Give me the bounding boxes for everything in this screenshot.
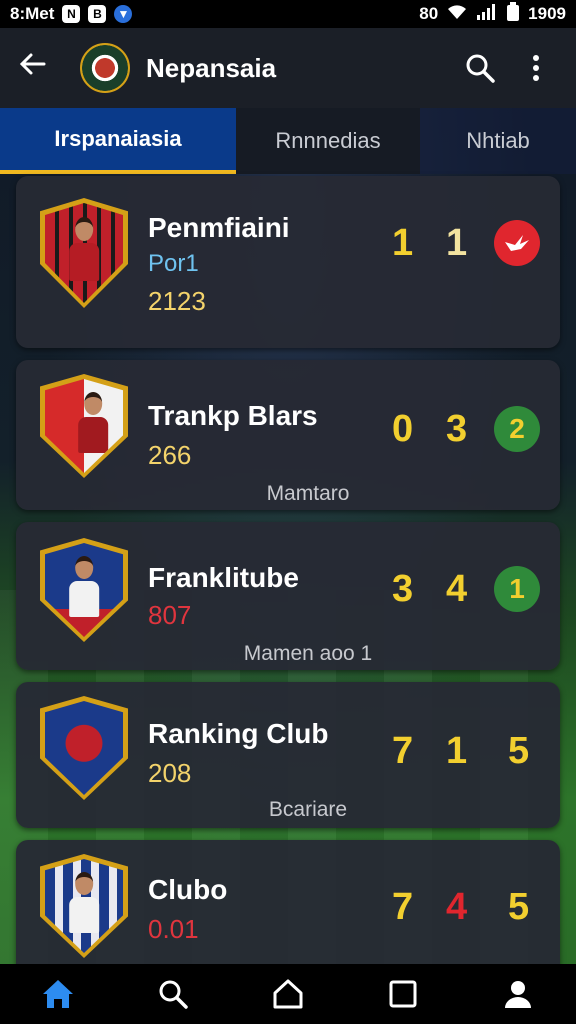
score-value: 1	[446, 222, 468, 264]
status-time: 1909	[528, 4, 566, 23]
page-title: Nepansaia	[146, 52, 277, 83]
search-icon[interactable]	[149, 970, 197, 1018]
club-footer: Mamtaro	[266, 482, 350, 505]
player-photo	[78, 392, 109, 458]
club-crest	[40, 198, 128, 308]
club-logo	[80, 43, 130, 93]
battery-icon	[506, 1, 520, 27]
club-name: Penmfiaini	[148, 212, 290, 243]
club-crest	[40, 696, 128, 800]
club-year: 0.01	[148, 914, 199, 944]
score-value: 0	[392, 408, 414, 450]
more-vertical-icon[interactable]	[514, 46, 558, 90]
status-carrier: 8:Met	[10, 4, 55, 23]
bird-icon	[494, 220, 540, 266]
club-crest	[40, 854, 128, 958]
app-notification-icon: ▼	[114, 5, 133, 23]
rank-badge: 1	[494, 566, 540, 612]
club-card[interactable]: Franklitube 807 Mamen aoo 1 3 4 1	[16, 522, 560, 670]
player-photo	[69, 872, 99, 938]
status-signal-text: 80	[419, 4, 439, 23]
profile-icon[interactable]	[494, 970, 542, 1018]
search-icon[interactable]	[458, 46, 502, 90]
score-value: 7	[392, 886, 414, 928]
status-bar: 8:Met N B ▼ 80 1909	[0, 0, 576, 28]
club-card[interactable]: Trankp Blars 266 Mamtaro 0 3 2	[16, 360, 560, 510]
club-year: 807	[148, 600, 192, 630]
club-name: Clubo	[148, 874, 228, 905]
player-photo	[69, 217, 99, 287]
bottom-navigation	[0, 964, 576, 1024]
home-icon[interactable]	[34, 970, 82, 1018]
club-name: Trankp Blars	[148, 400, 318, 431]
score-value: 5	[508, 886, 530, 928]
score-value: 1	[446, 730, 468, 772]
player-photo	[69, 556, 99, 622]
tab-rnnnedias[interactable]: Rnnnedias	[236, 108, 420, 174]
score-value: 5	[508, 730, 530, 772]
shield-notification-icon: B	[88, 5, 107, 23]
club-card[interactable]: Clubo 0.01 7 4 5	[16, 840, 560, 980]
club-name: Franklitube	[148, 562, 299, 593]
score-value: 1	[392, 222, 414, 264]
house-outline-icon[interactable]	[264, 970, 312, 1018]
club-card[interactable]: Ranking Club 208 Bcariare 7 1 5	[16, 682, 560, 828]
score-value: 4	[446, 886, 468, 928]
club-footer: Bcariare	[268, 798, 348, 821]
club-footer: Mamen aoo 1	[243, 642, 373, 665]
score-value: 3	[392, 568, 414, 610]
tab-irspanaiasia[interactable]: Irspanaiasia	[0, 108, 236, 174]
signal-icon	[476, 3, 498, 26]
notification-icon: N	[62, 5, 81, 23]
club-name: Ranking Club	[148, 718, 329, 749]
score-value: 7	[392, 730, 414, 772]
square-icon[interactable]	[379, 970, 427, 1018]
club-subtitle: Por1	[148, 250, 199, 277]
tab-bar: Irspanaiasia Rnnnedias Nhtiab	[0, 108, 576, 174]
app-bar: Nepansaia	[0, 28, 576, 108]
club-list: Penmfiaini Por1 2123 1 1 Trankp Blars 26…	[16, 176, 560, 992]
club-year: 2123	[148, 286, 206, 316]
back-arrow-icon[interactable]	[18, 49, 62, 88]
rank-badge: 2	[494, 406, 540, 452]
club-card[interactable]: Penmfiaini Por1 2123 1 1	[16, 176, 560, 348]
score-value: 4	[446, 568, 468, 610]
wifi-icon	[446, 3, 468, 26]
club-crest	[40, 374, 128, 478]
score-value: 3	[446, 408, 468, 450]
club-crest	[40, 538, 128, 642]
club-year: 208	[148, 758, 192, 788]
tab-nhtiab[interactable]: Nhtiab	[420, 108, 576, 174]
club-year: 266	[148, 440, 192, 470]
